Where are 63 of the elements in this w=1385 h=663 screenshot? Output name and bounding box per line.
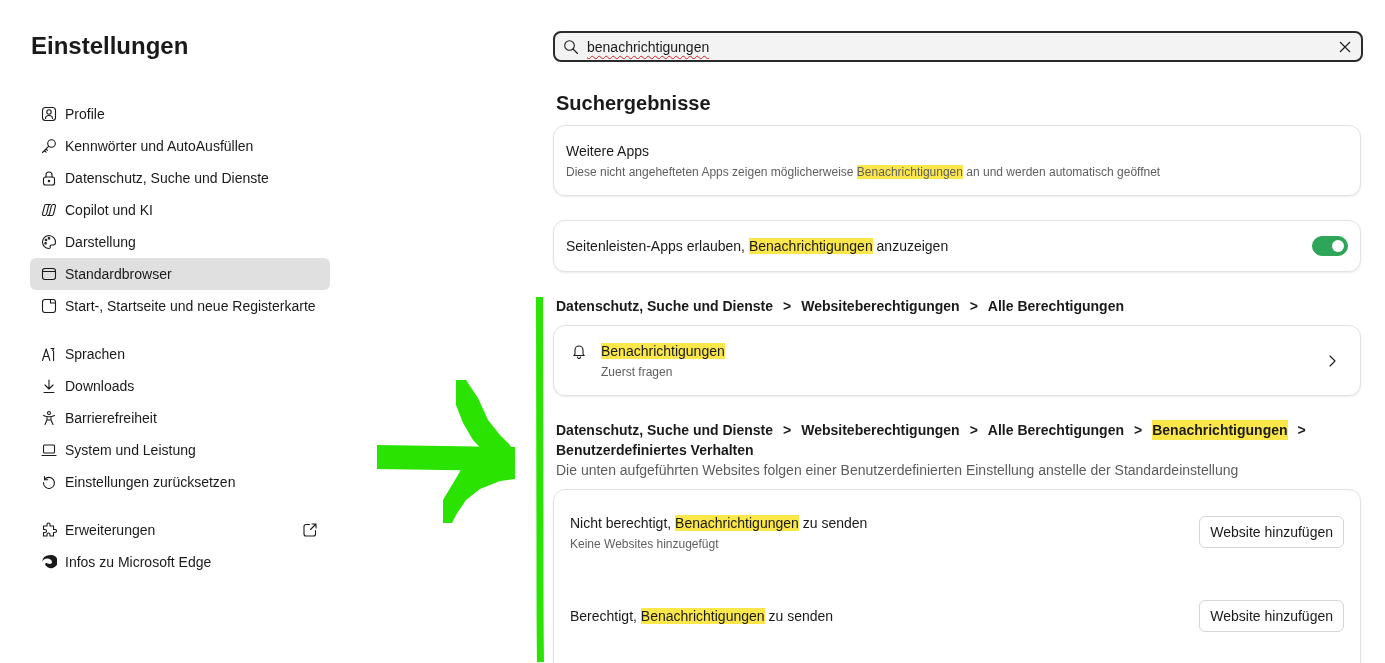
permission-subtitle: Zuerst fragen (601, 364, 673, 380)
result-title: Weitere Apps (566, 142, 650, 161)
toggle-switch[interactable] (1312, 236, 1348, 256)
lock-icon (41, 170, 57, 186)
sidebar-item[interactable]: Standardbrowser (30, 258, 330, 290)
breadcrumb-item: Datenschutz, Suche und Dienste (556, 297, 774, 316)
permission-title: Benachrichtigungen (601, 342, 725, 361)
close-icon[interactable] (1339, 40, 1351, 53)
circular-arrow-icon (41, 474, 57, 490)
sidebar-item[interactable]: Einstellungen zurücksetzen (30, 466, 330, 498)
sidebar-item[interactable]: Kennwörter und AutoAusfüllen (30, 130, 330, 162)
breadcrumb-separator: > (1134, 421, 1143, 440)
breadcrumb-item: Alle Berechtigungen (987, 421, 1124, 440)
palette-icon (41, 234, 57, 250)
translate-icon (41, 346, 57, 362)
sidebar-item[interactable]: System und Leistung (30, 434, 330, 466)
page-title: Einstellungen (31, 31, 190, 61)
breadcrumb-separator: > (783, 297, 792, 316)
breadcrumb-separator: > (969, 421, 978, 440)
search-icon (563, 38, 579, 55)
sidebar-item[interactable]: Darstellung (30, 226, 330, 258)
rule-subtitle: Keine Websites hinzugefügt (570, 535, 719, 552)
permission-card[interactable]: Benachrichtigungen Zuerst fragen (553, 325, 1361, 396)
sidebar-item[interactable]: Profile (30, 98, 330, 130)
breadcrumb-item: Benutzerdefiniertes Verhalten (556, 441, 754, 460)
setting-label: Seitenleisten-Apps erlauben, Benachrichtigungen anzuzeigen (566, 237, 949, 256)
sidebar-item[interactable]: Erweiterungen (30, 514, 330, 546)
overlapping-shapes-icon (41, 202, 57, 218)
puzzle-icon (41, 522, 57, 538)
person-card-icon (41, 106, 57, 122)
section-heading: Suchergebnisse (556, 91, 712, 116)
sidebar-item[interactable]: Barrierefreiheit (30, 402, 330, 434)
accessibility-icon (41, 410, 57, 426)
breadcrumb-item: Websiteberechtigungen (801, 297, 960, 316)
sidebar-item[interactable]: Start-, Startseite und neue Registerkarte (30, 290, 330, 322)
window-icon (41, 266, 57, 282)
swirl-logo-icon (41, 554, 57, 570)
breadcrumb-separator: > (783, 421, 792, 440)
breadcrumb-item: Alle Berechtigungen (987, 297, 1124, 316)
breadcrumb-separator: > (969, 297, 978, 316)
add-website-button[interactable]: Website hinzufügen (1199, 600, 1344, 632)
breadcrumb-item: Datenschutz, Suche und Dienste (556, 421, 774, 440)
section-description: Die unten aufgeführten Websites folgen einer Benutzerdefinierten Einstellung anstelle der Standardeinstellung (556, 461, 1240, 480)
external-link-icon[interactable] (302, 522, 318, 538)
tab-icon (41, 298, 57, 314)
add-website-button[interactable]: Website hinzufügen (1199, 516, 1344, 548)
sidebar-item[interactable]: Infos zu Microsoft Edge (30, 546, 330, 578)
sidebar-item[interactable]: Downloads (30, 370, 330, 402)
search-field[interactable]: benachrichtigungen (553, 31, 1363, 62)
rule-title: Nicht berechtigt, Benachrichtigungen zu senden (570, 513, 868, 533)
sidebar-item[interactable]: Datenschutz, Suche und Dienste (30, 162, 330, 194)
sidebar-item[interactable]: Copilot und KI (30, 194, 330, 226)
breadcrumb-separator: > (1297, 421, 1306, 440)
laptop-icon (41, 442, 57, 458)
key-icon (41, 138, 57, 154)
bell-icon (571, 343, 587, 359)
result-card[interactable]: Weitere Apps Diese nicht angehefteten Apps zeigen möglicherweise Benachrichtigungen an und werden automatisch geöffnet (553, 125, 1361, 196)
sidebar-item[interactable]: Sprachen (30, 338, 330, 370)
breadcrumb-item: Websiteberechtigungen (801, 421, 960, 440)
breadcrumb-item: Benachrichtigungen (1152, 420, 1288, 440)
rule-title: Berechtigt, Benachrichtigungen zu senden (570, 607, 834, 626)
download-icon (41, 378, 57, 394)
result-description: Diese nicht angehefteten Apps zeigen möglicherweise Benachrichtigungen an und werden automatisch geöffnet (566, 164, 1162, 180)
